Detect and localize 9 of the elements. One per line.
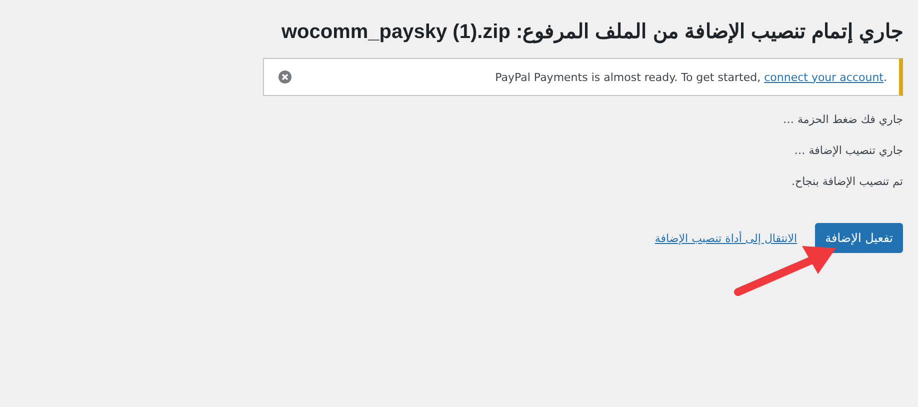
installer-link[interactable]: الانتقال إلى أداة تنصيب الإضافة xyxy=(654,232,798,244)
log-message: تم تنصيب الإضافة بنجاح. xyxy=(791,174,903,189)
log-message: جاري فك ضغط الحزمة … xyxy=(782,112,903,127)
log-message: جاري تنصيب الإضافة … xyxy=(794,143,903,158)
activate-button[interactable]: تفعيل الإضافة xyxy=(815,223,903,253)
notice-message: PayPal Payments is almost ready. To get started, connect your account. xyxy=(495,70,887,84)
connect-link[interactable]: connect your account xyxy=(764,70,884,84)
dismiss-icon[interactable] xyxy=(278,70,292,84)
page-title: جاري إتمام تنصيب الإضافة من الملف المرفوع: wocomm_paysky (1).zip xyxy=(281,20,903,46)
